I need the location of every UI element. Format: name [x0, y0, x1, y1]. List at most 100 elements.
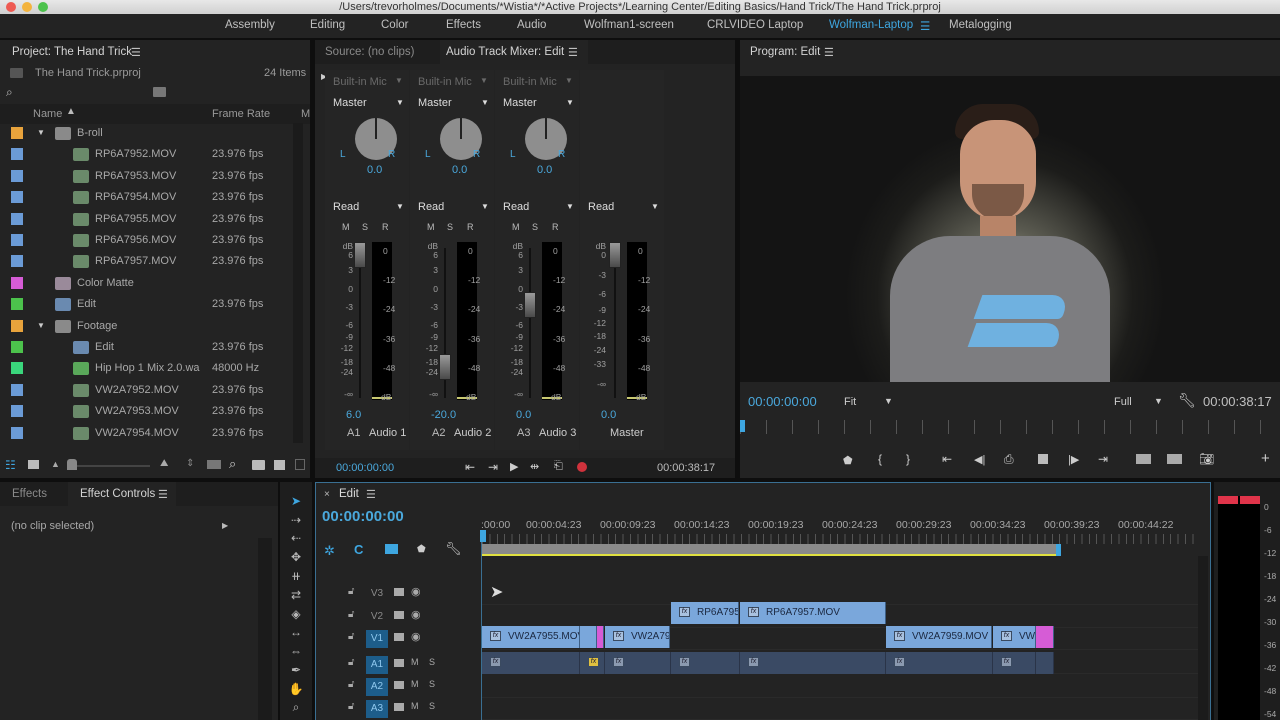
label-color-swatch[interactable]	[11, 319, 23, 332]
new-bin-icon[interactable]	[252, 460, 265, 470]
automation-mode-dropdown[interactable]: Read	[333, 201, 359, 213]
project-panel-title[interactable]: Project: The Hand Trick	[12, 46, 132, 58]
msr-r-button[interactable]: R	[382, 222, 389, 232]
tab-source[interactable]: Source: (no clips)	[325, 46, 414, 58]
audio-clip[interactable]: fx	[993, 652, 1036, 674]
track-lock-icon[interactable]: 🔓︎	[348, 586, 354, 597]
workspace-crlvideo-laptop[interactable]: CRLVIDEO Laptop	[707, 19, 803, 31]
slider-handle[interactable]	[67, 459, 77, 470]
tab-effect-controls[interactable]: Effect Controls	[80, 488, 155, 500]
workspace-assembly[interactable]: Assembly	[225, 19, 275, 31]
project-item[interactable]: RP6A7957.MOV 23.976 fps	[0, 251, 294, 272]
track-name[interactable]: Audio 3	[539, 427, 576, 439]
audio-clip[interactable]: fx	[740, 652, 886, 674]
program-ruler[interactable]	[740, 420, 1280, 434]
zoom-window-button[interactable]	[38, 2, 48, 12]
loop-icon[interactable]: ⎗	[554, 460, 563, 473]
track-lock-icon[interactable]: 🔓︎	[348, 679, 354, 690]
volume-fader[interactable]	[439, 354, 451, 380]
sync-lock-icon[interactable]	[394, 681, 404, 689]
input-dropdown[interactable]: Built-in Mic	[333, 76, 387, 88]
rate-stretch-icon[interactable]: ⇄	[287, 588, 305, 604]
volume-value[interactable]: 6.0	[346, 409, 361, 421]
work-area-end-handle[interactable]	[1056, 544, 1061, 556]
label-color-swatch[interactable]	[11, 148, 23, 161]
chevron-down-icon[interactable]: ▼	[566, 202, 574, 211]
program-playhead[interactable]	[740, 420, 745, 432]
fit-dropdown[interactable]: Fit	[844, 396, 856, 408]
project-item[interactable]: RP6A7953.MOV 23.976 fps	[0, 166, 294, 187]
input-dropdown[interactable]: Built-in Mic	[418, 76, 472, 88]
chevron-down-icon[interactable]: ▼	[884, 396, 893, 406]
audio-clip[interactable]	[1036, 652, 1054, 674]
color-matte-clip[interactable]	[597, 626, 604, 648]
sort-ascending-icon[interactable]: ▲	[66, 106, 76, 117]
timeline-settings-icon[interactable]: 🔧︎	[445, 541, 462, 557]
track-target-toggle[interactable]: A1	[366, 656, 388, 674]
column-name[interactable]: Name	[33, 108, 62, 120]
track-header-a3[interactable]: 🔓︎ A3 M S	[322, 697, 480, 719]
track-lane[interactable]	[482, 697, 1198, 720]
label-color-swatch[interactable]	[11, 234, 23, 246]
msr-m-button[interactable]: M	[512, 222, 520, 232]
track-header-a2[interactable]: 🔓︎ A2 M S	[322, 675, 480, 697]
project-item[interactable]: RP6A7956.MOV 23.976 fps	[0, 230, 294, 251]
find-icon[interactable]: ⌕	[229, 456, 236, 472]
automation-mode-dropdown[interactable]: Read	[503, 201, 529, 213]
go-to-in-icon[interactable]: ⇤	[465, 460, 475, 474]
workspace-effects[interactable]: Effects	[446, 19, 481, 31]
clip-v1[interactable]: fx VW2A79	[605, 626, 670, 648]
clip-v2[interactable]: fx RP6A795	[671, 602, 739, 624]
label-color-swatch[interactable]	[11, 341, 23, 353]
workspace-audio[interactable]: Audio	[517, 19, 546, 31]
msr-r-button[interactable]: R	[467, 222, 474, 232]
label-color-swatch[interactable]	[11, 405, 23, 418]
sync-lock-icon[interactable]	[394, 588, 404, 596]
chevron-down-icon[interactable]: ▼	[396, 202, 404, 211]
add-marker-icon[interactable]: ⬟	[843, 454, 853, 467]
pen-icon[interactable]: ✒	[287, 663, 305, 679]
clip-v1[interactable]: fx VW2A7959.MOV	[886, 626, 992, 648]
pan-value[interactable]: 0.0	[367, 164, 382, 176]
audio-clip[interactable]: fx	[605, 652, 671, 674]
audio-clip[interactable]: fx	[671, 652, 740, 674]
effect-controls-scrollbar[interactable]	[258, 538, 272, 720]
lift-icon[interactable]	[1136, 454, 1151, 464]
msr-s-button[interactable]: S	[447, 222, 453, 232]
tab-effects[interactable]: Effects	[12, 488, 47, 500]
add-marker-icon[interactable]: ⬟	[417, 544, 426, 555]
workspace-wolfman1-screen[interactable]: Wolfman1-screen	[584, 19, 674, 31]
chevron-down-icon[interactable]: ▼	[566, 98, 574, 107]
output-dropdown[interactable]: Master	[503, 97, 537, 109]
project-scrollbar[interactable]	[293, 123, 303, 443]
project-item[interactable]: VW2A7953.MOV 23.976 fps	[0, 401, 294, 422]
automate-to-sequence-icon[interactable]	[207, 460, 221, 469]
sync-lock-icon[interactable]	[394, 611, 404, 619]
hand-icon[interactable]: ✋	[287, 682, 305, 698]
mute-track-button[interactable]: M	[411, 679, 419, 689]
track-lock-icon[interactable]: 🔓︎	[348, 701, 354, 712]
input-dropdown[interactable]: Built-in Mic	[503, 76, 557, 88]
sync-lock-icon[interactable]	[394, 703, 404, 711]
solo-track-button[interactable]: S	[429, 701, 435, 711]
label-color-swatch[interactable]	[11, 362, 23, 375]
minimize-window-button[interactable]	[22, 2, 32, 12]
mark-in-icon[interactable]: {	[878, 452, 882, 466]
zoom-tool-icon[interactable]: ⌕	[287, 700, 305, 716]
wrench-icon[interactable]: 🔧︎	[1178, 392, 1196, 409]
project-item[interactable]: RP6A7954.MOV 23.976 fps	[0, 187, 294, 208]
label-color-swatch[interactable]	[11, 127, 23, 139]
automation-mode-dropdown[interactable]: Read	[418, 201, 444, 213]
play-in-to-out-icon[interactable]: ⎙	[1004, 452, 1014, 467]
clip-v2[interactable]: fx RP6A7957.MOV	[740, 602, 886, 624]
disclosure-triangle-icon[interactable]: ▼	[37, 128, 45, 137]
program-monitor-title[interactable]: Program: Edit	[750, 46, 820, 58]
timeline-vertical-scrollbar[interactable]	[1198, 556, 1208, 720]
volume-value[interactable]: 0.0	[516, 409, 531, 421]
panel-menu-icon[interactable]: ☰	[131, 46, 141, 59]
icon-view-icon[interactable]	[28, 460, 39, 469]
new-item-icon[interactable]	[274, 460, 285, 470]
mixer-timecode-in[interactable]: 00:00:00:00	[336, 462, 394, 474]
label-color-swatch[interactable]	[11, 212, 23, 225]
panel-menu-icon[interactable]: ☰	[366, 488, 376, 501]
